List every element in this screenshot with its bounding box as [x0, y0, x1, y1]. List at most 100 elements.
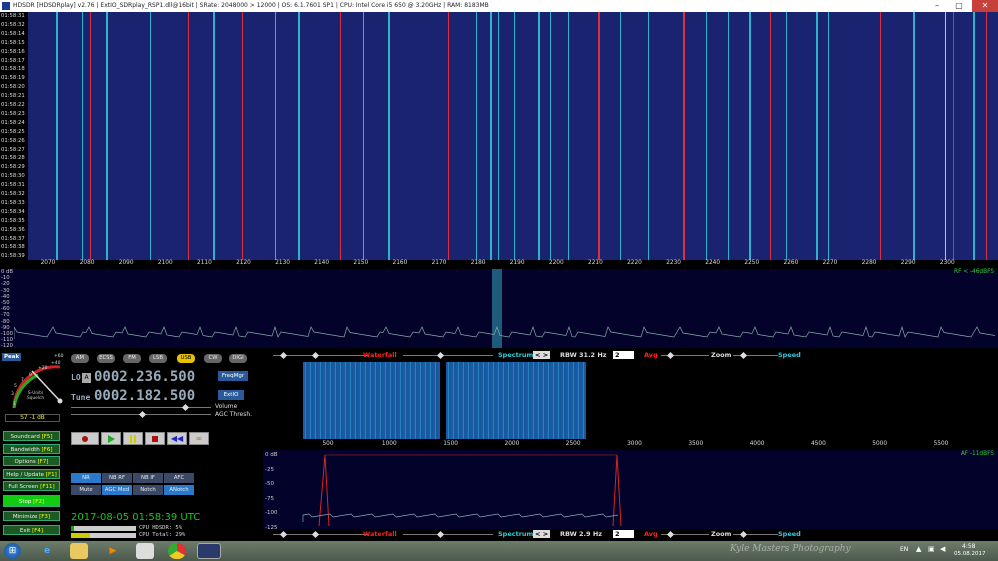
frequency-tick-label: 2100: [157, 260, 173, 266]
waterfall-time-label: 01:58:14: [1, 30, 25, 37]
af-waterfall[interactable]: [263, 362, 998, 439]
af-waterfall-slider-1[interactable]: [279, 530, 288, 539]
af-avg-label: Avg: [644, 530, 658, 538]
play-button[interactable]: [101, 432, 121, 445]
mode-digi-button[interactable]: DIGI: [229, 354, 247, 363]
agc-med-button[interactable]: AGC Med: [102, 485, 132, 495]
frequency-tick-label: 2230: [666, 260, 681, 266]
waterfall-carrier-line: [538, 12, 540, 260]
mute-button[interactable]: Mute: [71, 485, 101, 495]
stop-button[interactable]: Stop [F2]: [3, 495, 60, 507]
options-button[interactable]: Options [F7]: [3, 456, 60, 466]
clock-time[interactable]: 4:58: [962, 543, 975, 550]
exit-button[interactable]: Exit [F4]: [3, 525, 60, 535]
pause-button[interactable]: [123, 432, 143, 445]
network-icon[interactable]: ▣: [928, 545, 935, 553]
freqmgr-button[interactable]: FreqMgr: [218, 371, 248, 381]
minimize-window-button[interactable]: –: [926, 0, 948, 12]
volume-icon[interactable]: ◀: [940, 545, 945, 553]
rf-spectrum[interactable]: 0 dB -10 -20 -30 -40 -50 -60 -70 -80 -90 -100 -110-…: [0, 269, 998, 349]
rf-waterfall-slider-1[interactable]: [279, 351, 288, 360]
agc-thresh-slider[interactable]: [138, 410, 147, 419]
nr-button[interactable]: NR: [71, 473, 101, 483]
mode-am-button[interactable]: AM: [71, 354, 89, 363]
minimize-button[interactable]: Minimize [F3]: [3, 511, 60, 521]
language-indicator[interactable]: EN: [900, 546, 908, 553]
help-update-button[interactable]: Help / Update [F1]: [3, 469, 60, 479]
rf-spectrum-line: [14, 325, 996, 339]
mode-fm-button[interactable]: FM: [123, 354, 141, 363]
options-key: [F7]: [37, 459, 49, 465]
maximize-window-button[interactable]: ▢: [948, 0, 970, 12]
extio-button[interactable]: ExtIO: [218, 390, 244, 400]
rf-spectrum-label: Spectrum: [498, 351, 534, 359]
rf-avg-slider[interactable]: [666, 351, 675, 360]
af-spectrum[interactable]: 0 dB -25 -50 -75 -100 -125 AF -11dBFS: [263, 450, 998, 531]
rf-rbw-select[interactable]: 2: [613, 351, 634, 359]
taskbar: ⊞ e ▶ Kyle Masters Photography EN ▲ ▣ ◀ …: [0, 541, 998, 561]
rf-spectrum-y-label: -70: [1, 312, 10, 319]
af-frequency-tick-label: 3000: [627, 441, 642, 447]
rewind-button[interactable]: ◀◀: [167, 432, 187, 445]
af-zoom-slider[interactable]: [739, 530, 748, 539]
record-icon: [82, 436, 88, 442]
waterfall-time-label: 01:58:38: [1, 244, 25, 251]
frequency-tick-label: 2210: [588, 260, 603, 266]
waterfall-display[interactable]: [28, 12, 998, 260]
lo-frequency[interactable]: 0002.236.500: [94, 369, 195, 385]
waterfall-carrier-line: [913, 12, 915, 260]
volume-label: Volume: [215, 403, 238, 410]
lo-a-button[interactable]: A: [82, 373, 91, 383]
rf-frequency-axis[interactable]: 2070 2080 2090 2100 2110 2120 2130 2140 2150 2160…: [28, 260, 998, 269]
volume-slider[interactable]: [181, 403, 190, 412]
mode-lsb-button[interactable]: LSB: [149, 354, 167, 363]
chrome-icon[interactable]: [168, 543, 186, 559]
stop-record-button[interactable]: [145, 432, 165, 445]
rf-waterfall[interactable]: 01:58:31 01:58:32 01:58:14 01:58:15 01:58:16…: [0, 12, 998, 260]
clock-date[interactable]: 05.08.2017: [954, 551, 986, 557]
af-avg-slider[interactable]: [666, 530, 675, 539]
close-window-button[interactable]: ✕: [972, 0, 998, 12]
mode-usb-button[interactable]: USB: [177, 354, 195, 363]
afc-button[interactable]: AFC: [164, 473, 194, 483]
af-frequency-tick-label: 1500: [443, 441, 458, 447]
waterfall-time-label: 01:58:30: [1, 173, 25, 180]
af-waterfall-slider-2[interactable]: [311, 530, 320, 539]
mode-ecss-button[interactable]: ECSS: [97, 354, 115, 363]
af-spin-buttons[interactable]: < >: [533, 530, 551, 538]
store-icon[interactable]: [136, 543, 154, 559]
tune-frequency[interactable]: 0002.182.500: [94, 388, 195, 404]
hdsdr-taskbar-icon[interactable]: [197, 543, 221, 559]
notch-button[interactable]: Notch: [133, 485, 163, 495]
stop-icon: [152, 436, 158, 442]
nb-if-button[interactable]: NB IF: [133, 473, 163, 483]
rf-spin-buttons[interactable]: < >: [533, 351, 551, 359]
nb-rf-button[interactable]: NB RF: [102, 473, 132, 483]
waterfall-time-label: 01:58:36: [1, 226, 25, 233]
waterfall-time-label: 01:58:39: [1, 253, 25, 260]
waterfall-carrier-line: [973, 12, 975, 260]
file-explorer-icon[interactable]: [70, 543, 88, 559]
full-screen-button[interactable]: Full Screen [F11]: [3, 481, 60, 491]
bandwidth-button[interactable]: Bandwidth [F6]: [3, 444, 60, 454]
rf-waterfall-slider-2[interactable]: [311, 351, 320, 360]
mode-cw-button[interactable]: CW: [204, 354, 222, 363]
loop-button[interactable]: ∞: [189, 432, 209, 445]
rf-spectrum-y-label: -40: [1, 293, 10, 300]
anotch-button[interactable]: ANotch: [164, 485, 194, 495]
rf-zoom-slider[interactable]: [739, 351, 748, 360]
rf-spectrum-y-label: -10: [1, 275, 10, 282]
af-rbw-select[interactable]: 2: [613, 530, 634, 538]
waterfall-time-label: 01:58:35: [1, 217, 25, 224]
tray-arrow-icon[interactable]: ▲: [916, 545, 921, 553]
s-scale-7: 7: [21, 378, 24, 383]
internet-explorer-icon[interactable]: e: [38, 543, 56, 559]
waterfall-carrier-line: [388, 12, 390, 260]
media-player-icon[interactable]: ▶: [104, 543, 122, 559]
soundcard-button[interactable]: Soundcard [F5]: [3, 431, 60, 441]
af-frequency-tick-label: 5500: [933, 441, 949, 447]
start-button[interactable]: ⊞: [4, 543, 21, 559]
rf-spectrum-slider[interactable]: [436, 351, 445, 360]
af-spectrum-slider[interactable]: [436, 530, 445, 539]
waterfall-time-label: 01:58:15: [1, 39, 25, 46]
